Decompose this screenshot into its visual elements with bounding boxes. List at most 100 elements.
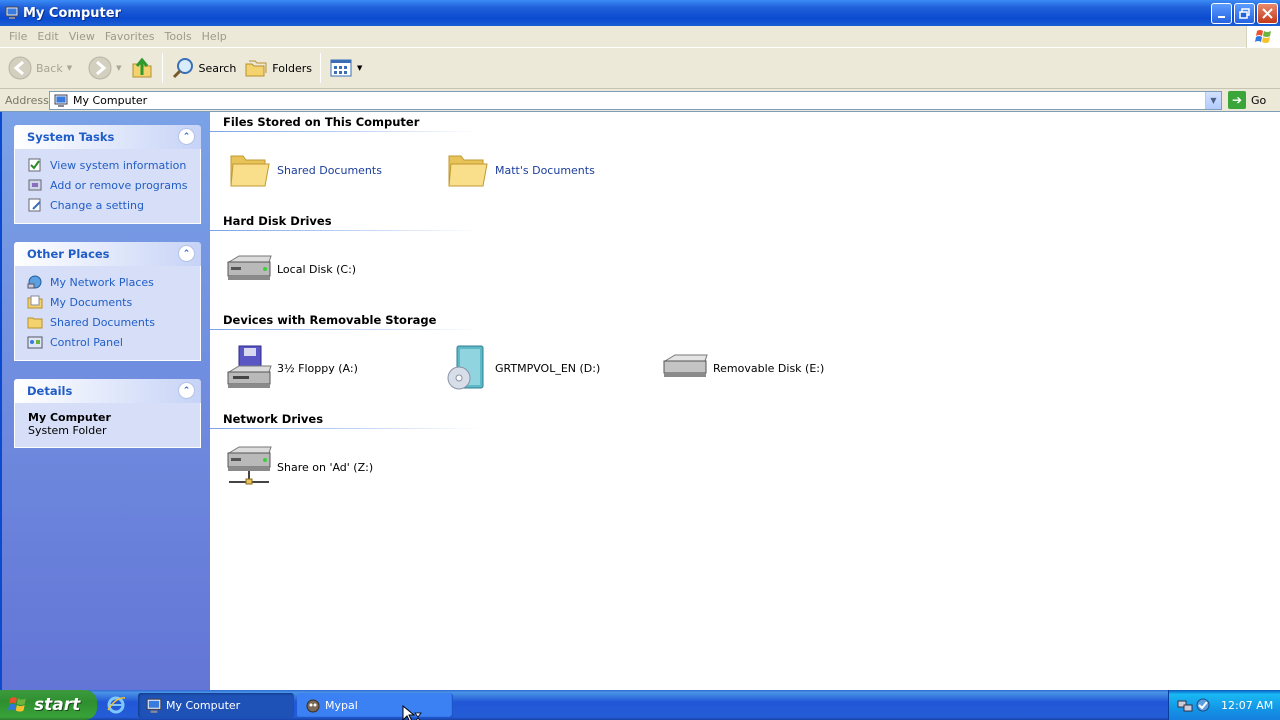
- details-header[interactable]: Details ⌃: [14, 379, 201, 403]
- menu-bar: File Edit View Favorites Tools Help: [0, 26, 1280, 48]
- shared-documents-icon: [27, 317, 43, 329]
- item-label: Removable Disk (E:): [713, 361, 825, 375]
- address-value: My Computer: [73, 94, 148, 107]
- system-tasks-header[interactable]: System Tasks ⌃: [14, 125, 201, 149]
- menu-tools[interactable]: Tools: [160, 30, 197, 43]
- up-folder-icon: [132, 57, 151, 78]
- menu-view[interactable]: View: [64, 30, 100, 43]
- item-floppy-a[interactable]: 3½ Floppy (A:): [225, 344, 358, 392]
- address-bar: Address My Computer ▼ ➔ Go: [0, 89, 1280, 112]
- details-title: Details: [27, 384, 73, 398]
- restore-icon: [1239, 8, 1250, 19]
- item-shared-documents[interactable]: Shared Documents: [225, 146, 382, 194]
- system-tasks-panel: System Tasks ⌃ View system information A…: [14, 125, 201, 224]
- folders-button[interactable]: Folders: [240, 50, 316, 86]
- details-type: System Folder: [28, 424, 107, 437]
- floppy-icon: [227, 345, 272, 388]
- standard-toolbar: Back ▼ ▼ Search Folders ▼: [0, 48, 1280, 89]
- place-label: Control Panel: [50, 335, 123, 349]
- other-places-header[interactable]: Other Places ⌃: [14, 242, 201, 266]
- close-button[interactable]: [1257, 3, 1278, 24]
- task-change-a-setting[interactable]: Change a setting: [27, 195, 200, 215]
- minimize-button[interactable]: [1211, 3, 1232, 24]
- clock[interactable]: 12:07 AM: [1221, 699, 1273, 712]
- menu-file[interactable]: File: [4, 30, 32, 43]
- network-tray-icon[interactable]: [1177, 697, 1193, 713]
- collapse-button[interactable]: ⌃: [178, 128, 195, 145]
- forward-dropdown-icon[interactable]: ▼: [116, 64, 121, 72]
- address-dropdown-button[interactable]: ▼: [1205, 92, 1221, 109]
- restore-button[interactable]: [1234, 3, 1255, 24]
- item-removable-disk-e[interactable]: Removable Disk (E:): [661, 344, 824, 392]
- group-divider: [210, 329, 480, 330]
- up-folder-button[interactable]: [126, 50, 158, 86]
- menu-help[interactable]: Help: [197, 30, 232, 43]
- security-tray-icon[interactable]: [1195, 697, 1211, 713]
- group-header: Files Stored on This Computer: [223, 115, 420, 129]
- mypal-browser-icon: [306, 699, 320, 712]
- close-icon: [1262, 8, 1273, 19]
- task-add-remove-programs[interactable]: Add or remove programs: [27, 175, 200, 195]
- other-places-panel: Other Places ⌃ My Network Places My Docu…: [14, 242, 201, 361]
- collapse-button[interactable]: ⌃: [178, 382, 195, 399]
- window-title: My Computer: [23, 5, 121, 21]
- item-dvd-d[interactable]: GRTMPVOL_EN (D:): [443, 344, 600, 392]
- hard-disk-icon: [227, 255, 272, 280]
- my-computer-icon: [146, 698, 162, 713]
- system-info-icon: [28, 158, 41, 172]
- item-label: Shared Documents: [277, 163, 382, 177]
- taskbar-item-label: My Computer: [166, 699, 241, 712]
- taskbar-item-label: Mypal: [325, 699, 358, 712]
- place-my-documents[interactable]: My Documents: [27, 292, 200, 312]
- task-view-system-information[interactable]: View system information: [27, 155, 200, 175]
- item-network-drive-z[interactable]: Share on 'Ad' (Z:): [225, 443, 373, 491]
- address-label: Address: [5, 93, 49, 107]
- collapse-button[interactable]: ⌃: [178, 245, 195, 262]
- place-control-panel[interactable]: Control Panel: [27, 332, 200, 352]
- menu-edit[interactable]: Edit: [32, 30, 63, 43]
- menu-favorites[interactable]: Favorites: [100, 30, 160, 43]
- chevron-up-icon: ⌃: [182, 248, 191, 259]
- internet-explorer-icon[interactable]: [106, 695, 126, 715]
- forward-button[interactable]: ▼: [84, 50, 125, 86]
- back-button[interactable]: Back ▼: [4, 50, 76, 86]
- toolbar-separator: [320, 53, 322, 83]
- views-dropdown-icon[interactable]: ▼: [357, 64, 362, 72]
- place-label: Shared Documents: [50, 315, 155, 329]
- views-icon: [330, 59, 352, 77]
- item-local-disk-c[interactable]: Local Disk (C:): [225, 245, 356, 293]
- start-label: start: [34, 695, 81, 715]
- other-places-title: Other Places: [27, 247, 110, 261]
- search-button[interactable]: Search: [167, 50, 241, 86]
- group-divider: [210, 131, 480, 132]
- taskbar-item-my-computer[interactable]: My Computer: [138, 693, 294, 718]
- chevron-up-icon: ⌃: [182, 385, 191, 396]
- item-label: Matt's Documents: [495, 163, 595, 177]
- details-panel: Details ⌃ My Computer System Folder: [14, 379, 201, 448]
- toolbar-separator: [161, 53, 163, 83]
- group-header: Network Drives: [223, 412, 324, 426]
- taskbar-item-mypal[interactable]: Mypal: [297, 693, 453, 718]
- back-label: Back: [36, 61, 63, 75]
- group-divider: [210, 230, 480, 231]
- task-label: Change a setting: [50, 198, 144, 212]
- place-my-network-places[interactable]: My Network Places: [27, 272, 200, 292]
- address-field[interactable]: My Computer ▼: [49, 91, 1222, 110]
- go-button[interactable]: ➔ Go: [1228, 91, 1266, 109]
- group-header: Devices with Removable Storage: [223, 313, 437, 327]
- place-label: My Network Places: [50, 275, 154, 289]
- back-arrow-icon: [8, 56, 32, 80]
- group-divider: [210, 428, 480, 429]
- chevron-up-icon: ⌃: [182, 131, 191, 142]
- start-button[interactable]: start: [0, 690, 97, 720]
- back-dropdown-icon[interactable]: ▼: [67, 64, 72, 72]
- item-matts-documents[interactable]: Matt's Documents: [443, 146, 595, 194]
- title-bar[interactable]: My Computer: [0, 0, 1280, 26]
- views-button[interactable]: ▼: [325, 50, 366, 86]
- removable-disk-icon: [663, 354, 708, 377]
- file-list-view[interactable]: Files Stored on This Computer Shared Doc…: [210, 112, 1280, 690]
- item-label: 3½ Floppy (A:): [277, 361, 358, 375]
- folders-icon: [245, 60, 267, 77]
- group-header: Hard Disk Drives: [223, 214, 332, 228]
- place-shared-documents[interactable]: Shared Documents: [27, 312, 200, 332]
